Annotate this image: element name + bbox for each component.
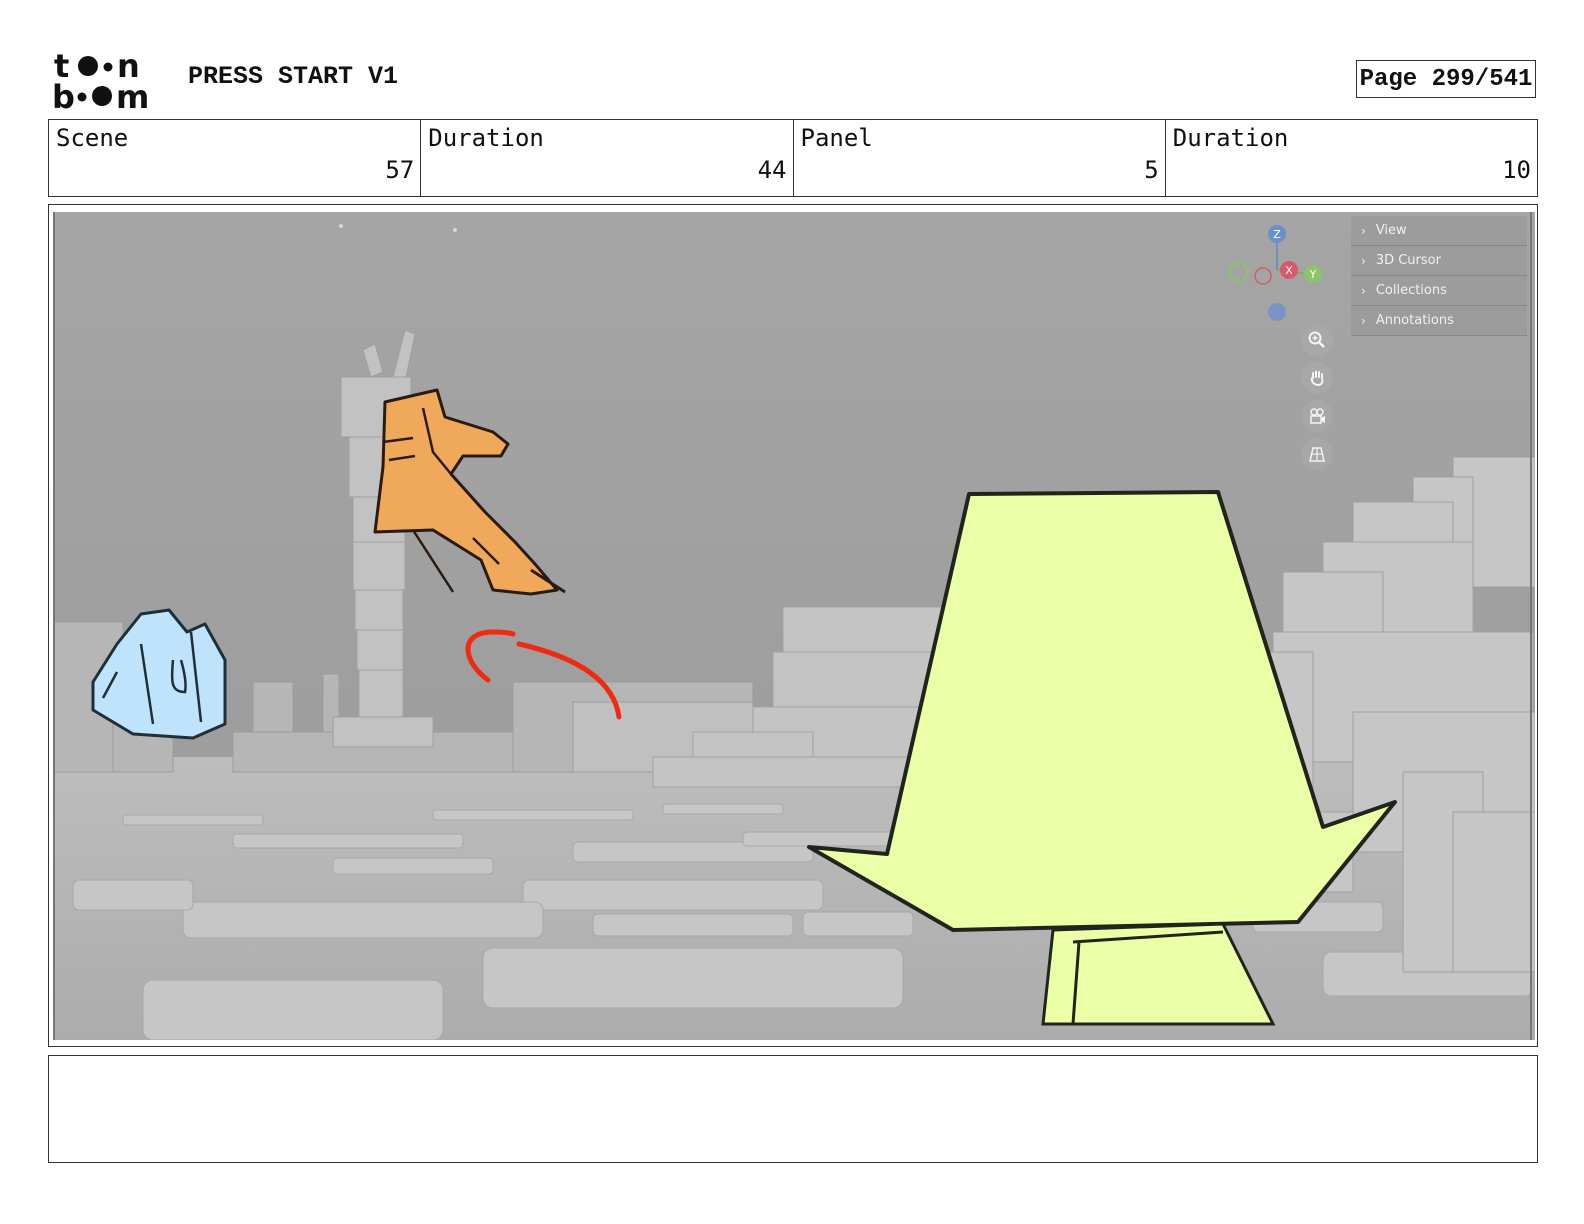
scene-duration-value: 44: [757, 156, 787, 184]
menu-item-annotations[interactable]: › Annotations: [1351, 306, 1527, 336]
svg-text:Z: Z: [1273, 228, 1281, 241]
chevron-right-icon: ›: [1361, 223, 1366, 238]
menu-item-collections[interactable]: › Collections: [1351, 276, 1527, 306]
scene-duration-label: Duration: [428, 124, 544, 152]
panel-cell: Panel 5: [794, 120, 1166, 196]
grid-icon[interactable]: [1301, 438, 1333, 470]
camera-icon[interactable]: [1301, 400, 1333, 432]
svg-text:Y: Y: [1309, 268, 1317, 281]
scene-duration-cell: Duration 44: [421, 120, 794, 196]
scene-label: Scene: [56, 124, 129, 152]
chevron-right-icon: ›: [1361, 313, 1366, 328]
sky-speck: [453, 228, 457, 232]
svg-text:m: m: [116, 78, 149, 112]
panel-label: Panel: [800, 124, 873, 152]
panel-duration-label: Duration: [1172, 124, 1289, 152]
menu-item-view[interactable]: › View: [1351, 216, 1527, 246]
scene-cell: Scene 57: [49, 120, 422, 196]
storyboard-info-row: Scene 57 Duration 44 Panel 5 Duration 10: [48, 119, 1538, 197]
svg-text:X: X: [1285, 264, 1293, 277]
scene-value: 57: [385, 156, 415, 184]
chevron-right-icon: ›: [1361, 283, 1366, 298]
panel-duration-cell: Duration 10: [1166, 120, 1537, 196]
blender-viewport: Z X Y › View › 3D Cursor › Collections ›…: [53, 212, 1535, 1040]
chevron-right-icon: ›: [1361, 253, 1366, 268]
panel-duration-value: 10: [1502, 156, 1531, 184]
project-title: PRESS START V1: [188, 62, 399, 91]
panel-notes-box[interactable]: [48, 1055, 1538, 1163]
zoom-icon[interactable]: [1301, 324, 1333, 356]
hand-pan-icon[interactable]: [1301, 362, 1333, 394]
viewport-sidebar-menu: › View › 3D Cursor › Collections › Annotatio…: [1351, 216, 1527, 336]
sky-speck: [339, 224, 343, 228]
svg-text:b: b: [52, 78, 75, 112]
viewport-tools: [1301, 324, 1335, 476]
toonboom-logo: t n b m: [52, 47, 164, 116]
panel-frame: Z X Y › View › 3D Cursor › Collections ›…: [48, 204, 1538, 1047]
page-counter: Page 299/541: [1356, 60, 1536, 98]
panel-value: 5: [1144, 156, 1159, 184]
navigation-gizmo[interactable]: Z X Y: [1221, 218, 1331, 328]
menu-item-3d-cursor[interactable]: › 3D Cursor: [1351, 246, 1527, 276]
